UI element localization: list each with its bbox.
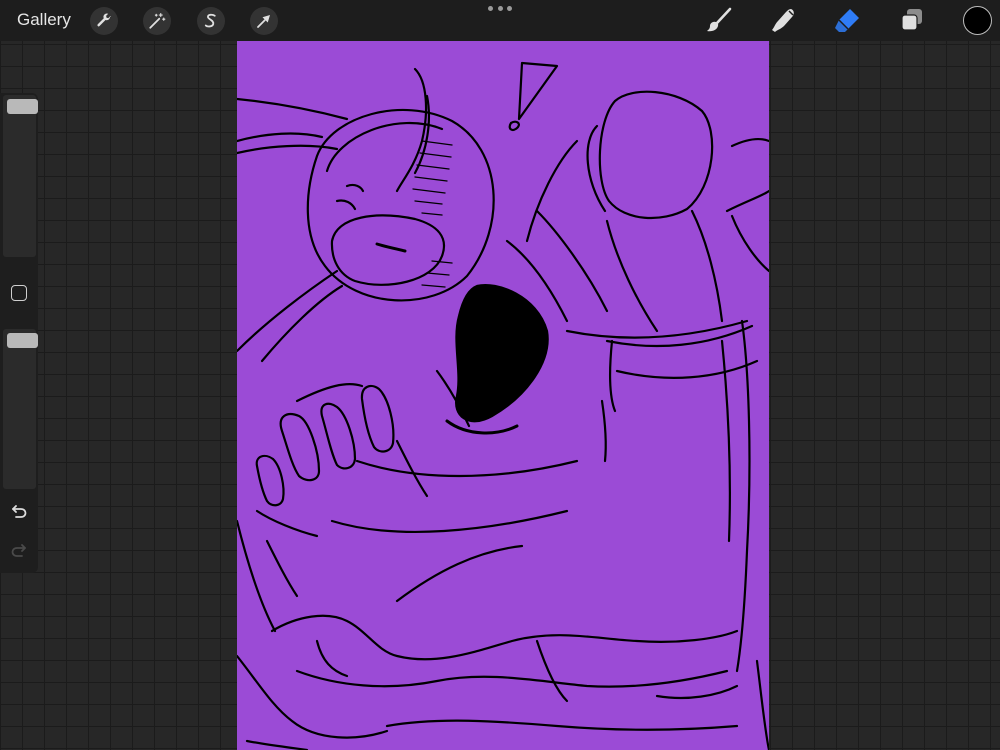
layers-button[interactable]	[897, 5, 927, 35]
transform-button[interactable]	[250, 7, 278, 35]
undo-button[interactable]	[9, 502, 29, 522]
gallery-button[interactable]: Gallery	[17, 10, 71, 30]
actions-button[interactable]	[90, 7, 118, 35]
brush-size-thumb[interactable]	[7, 99, 38, 114]
eraser-button[interactable]	[832, 5, 862, 35]
color-picker-button[interactable]	[963, 6, 992, 35]
left-sidebar	[0, 93, 38, 573]
undo-icon	[12, 505, 27, 518]
redo-icon	[11, 544, 26, 557]
square-modifier-icon[interactable]	[11, 285, 27, 301]
adjustments-button[interactable]	[143, 7, 171, 35]
arrow-cursor-icon	[257, 15, 270, 28]
smudge-button[interactable]	[768, 5, 798, 35]
brush-button[interactable]	[704, 5, 734, 35]
selection-button[interactable]	[197, 7, 225, 35]
smudge-finger-icon	[772, 9, 794, 32]
eraser-icon	[835, 9, 859, 32]
top-toolbar: Gallery	[0, 0, 1000, 41]
wrench-icon	[97, 13, 111, 27]
drawing-canvas[interactable]	[237, 41, 769, 750]
opacity-thumb[interactable]	[7, 333, 38, 348]
layers-icon	[901, 9, 922, 31]
redo-button[interactable]	[9, 541, 29, 561]
more-dots-icon[interactable]	[488, 6, 512, 12]
magic-wand-icon	[149, 12, 166, 29]
brush-size-slider[interactable]	[3, 95, 38, 257]
opacity-slider[interactable]	[3, 329, 38, 489]
brush-icon	[707, 7, 732, 32]
selection-s-icon	[204, 13, 216, 28]
sketch-artwork	[237, 61, 769, 750]
